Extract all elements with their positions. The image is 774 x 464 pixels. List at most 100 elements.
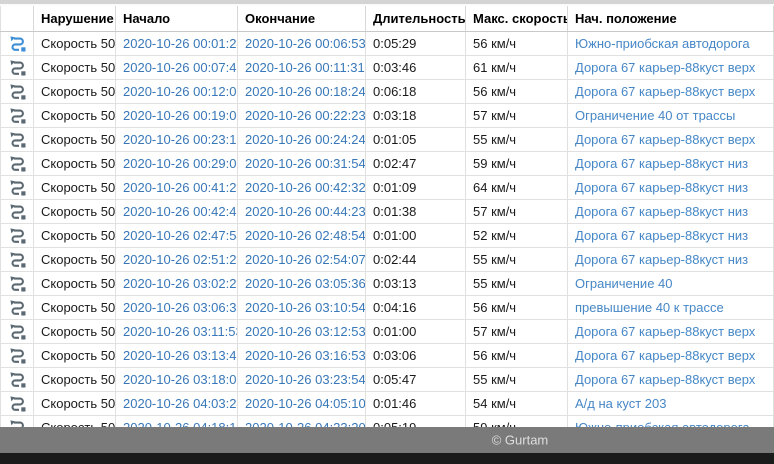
track-route-icon[interactable]: [9, 371, 26, 388]
table-row[interactable]: Скорость 502020-10-26 00:41:232020-10-26…: [1, 175, 774, 199]
track-icon-cell[interactable]: [1, 247, 34, 271]
track-icon-cell[interactable]: [1, 79, 34, 103]
track-icon-cell[interactable]: [1, 175, 34, 199]
track-icon-cell[interactable]: [1, 223, 34, 247]
table-row[interactable]: Скорость 502020-10-26 00:07:452020-10-26…: [1, 55, 774, 79]
track-icon-cell[interactable]: [1, 127, 34, 151]
location-cell[interactable]: А/д на куст 203: [568, 391, 774, 415]
end-time-cell[interactable]: 2020-10-26 00:11:31: [238, 55, 366, 79]
end-time-cell[interactable]: 2020-10-26 03:16:53: [238, 343, 366, 367]
table-row[interactable]: Скорость 502020-10-26 02:51:232020-10-26…: [1, 247, 774, 271]
begin-time-cell[interactable]: 2020-10-26 00:07:45: [116, 55, 238, 79]
end-time-cell[interactable]: 2020-10-26 00:42:32: [238, 175, 366, 199]
location-cell[interactable]: Дорога 67 карьер-88куст верх: [568, 127, 774, 151]
location-cell[interactable]: Дорога 67 карьер-88куст верх: [568, 319, 774, 343]
table-row[interactable]: Скорость 502020-10-26 03:13:472020-10-26…: [1, 343, 774, 367]
end-time-cell[interactable]: 2020-10-26 02:48:54: [238, 223, 366, 247]
begin-time-cell[interactable]: 2020-10-26 00:12:06: [116, 79, 238, 103]
track-route-icon[interactable]: [9, 299, 26, 316]
end-time-cell[interactable]: 2020-10-26 02:54:07: [238, 247, 366, 271]
begin-time-cell[interactable]: 2020-10-26 03:18:07: [116, 367, 238, 391]
track-route-icon[interactable]: [9, 179, 26, 196]
track-icon-cell[interactable]: [1, 31, 34, 55]
begin-time-cell[interactable]: 2020-10-26 03:06:38: [116, 295, 238, 319]
begin-time-cell[interactable]: 2020-10-26 03:13:47: [116, 343, 238, 367]
location-cell[interactable]: Дорога 67 карьер-88куст верх: [568, 367, 774, 391]
track-route-icon[interactable]: [9, 395, 26, 412]
track-route-icon[interactable]: [9, 347, 26, 364]
begin-time-cell[interactable]: 2020-10-26 00:42:45: [116, 199, 238, 223]
track-icon-cell[interactable]: [1, 343, 34, 367]
end-time-cell[interactable]: 2020-10-26 03:12:53: [238, 319, 366, 343]
begin-time-cell[interactable]: 2020-10-26 00:41:23: [116, 175, 238, 199]
location-cell[interactable]: Дорога 67 карьер-88куст верх: [568, 79, 774, 103]
max-speed-cell: 56 км/ч: [466, 31, 568, 55]
table-row[interactable]: Скорость 502020-10-26 00:12:062020-10-26…: [1, 79, 774, 103]
table-row[interactable]: Скорость 502020-10-26 00:29:072020-10-26…: [1, 151, 774, 175]
track-icon-cell[interactable]: [1, 391, 34, 415]
track-route-icon[interactable]: [9, 131, 26, 148]
begin-time-cell[interactable]: 2020-10-26 04:03:24: [116, 391, 238, 415]
location-cell[interactable]: Ограничение 40 от трассы: [568, 103, 774, 127]
begin-time-cell[interactable]: 2020-10-26 00:19:05: [116, 103, 238, 127]
table-row[interactable]: Скорость 502020-10-26 00:19:052020-10-26…: [1, 103, 774, 127]
location-cell[interactable]: Дорога 67 карьер-88куст верх: [568, 55, 774, 79]
table-row[interactable]: Скорость 502020-10-26 02:47:542020-10-26…: [1, 223, 774, 247]
track-route-icon[interactable]: [9, 83, 26, 100]
violation-cell: Скорость 50: [34, 79, 116, 103]
end-time-cell[interactable]: 2020-10-26 03:23:54: [238, 367, 366, 391]
table-row[interactable]: Скорость 502020-10-26 00:01:242020-10-26…: [1, 31, 774, 55]
table-row[interactable]: Скорость 502020-10-26 03:02:232020-10-26…: [1, 271, 774, 295]
track-route-icon[interactable]: [9, 59, 26, 76]
track-icon-cell[interactable]: [1, 151, 34, 175]
table-row[interactable]: Скорость 502020-10-26 00:42:452020-10-26…: [1, 199, 774, 223]
end-time-cell[interactable]: 2020-10-26 00:24:24: [238, 127, 366, 151]
track-icon-cell[interactable]: [1, 55, 34, 79]
location-cell[interactable]: Дорога 67 карьер-88куст низ: [568, 175, 774, 199]
track-route-icon[interactable]: [9, 35, 26, 52]
location-cell[interactable]: Дорога 67 карьер-88куст низ: [568, 199, 774, 223]
begin-time-cell[interactable]: 2020-10-26 03:11:53: [116, 319, 238, 343]
track-route-icon[interactable]: [9, 203, 26, 220]
track-route-icon[interactable]: [9, 155, 26, 172]
location-cell[interactable]: превышение 40 к трассе: [568, 295, 774, 319]
end-time-cell[interactable]: 2020-10-26 00:06:53: [238, 31, 366, 55]
track-route-icon[interactable]: [9, 323, 26, 340]
table-row[interactable]: Скорость 502020-10-26 03:11:532020-10-26…: [1, 319, 774, 343]
begin-time-cell[interactable]: 2020-10-26 02:51:23: [116, 247, 238, 271]
track-route-icon[interactable]: [9, 251, 26, 268]
end-time-cell[interactable]: 2020-10-26 00:44:23: [238, 199, 366, 223]
end-time-cell[interactable]: 2020-10-26 04:05:10: [238, 391, 366, 415]
track-route-icon[interactable]: [9, 227, 26, 244]
track-icon-cell[interactable]: [1, 295, 34, 319]
track-route-icon[interactable]: [9, 275, 26, 292]
location-cell[interactable]: Ограничение 40: [568, 271, 774, 295]
begin-time-cell[interactable]: 2020-10-26 02:47:54: [116, 223, 238, 247]
track-icon-cell[interactable]: [1, 367, 34, 391]
table-header-row: Нарушение Начало Окончание Длительность …: [1, 6, 774, 31]
track-icon-cell[interactable]: [1, 199, 34, 223]
end-time-cell[interactable]: 2020-10-26 00:22:23: [238, 103, 366, 127]
end-time-cell[interactable]: 2020-10-26 03:05:36: [238, 271, 366, 295]
location-cell[interactable]: Дорога 67 карьер-88куст низ: [568, 223, 774, 247]
table-row[interactable]: Скорость 502020-10-26 03:06:382020-10-26…: [1, 295, 774, 319]
track-icon-cell[interactable]: [1, 319, 34, 343]
end-time-cell[interactable]: 2020-10-26 00:31:54: [238, 151, 366, 175]
location-cell[interactable]: Дорога 67 карьер-88куст низ: [568, 151, 774, 175]
begin-time-cell[interactable]: 2020-10-26 00:01:24: [116, 31, 238, 55]
table-row[interactable]: Скорость 502020-10-26 03:18:072020-10-26…: [1, 367, 774, 391]
begin-time-cell[interactable]: 2020-10-26 00:23:19: [116, 127, 238, 151]
end-time-cell[interactable]: 2020-10-26 03:10:54: [238, 295, 366, 319]
track-route-icon[interactable]: [9, 107, 26, 124]
location-cell[interactable]: Дорога 67 карьер-88куст низ: [568, 247, 774, 271]
location-cell[interactable]: Дорога 67 карьер-88куст верх: [568, 343, 774, 367]
begin-time-cell[interactable]: 2020-10-26 03:02:23: [116, 271, 238, 295]
end-time-cell[interactable]: 2020-10-26 00:18:24: [238, 79, 366, 103]
location-cell[interactable]: Южно-приобская автодорога: [568, 31, 774, 55]
table-row[interactable]: Скорость 502020-10-26 04:03:242020-10-26…: [1, 391, 774, 415]
table-row[interactable]: Скорость 502020-10-26 00:23:192020-10-26…: [1, 127, 774, 151]
track-icon-cell[interactable]: [1, 103, 34, 127]
begin-time-cell[interactable]: 2020-10-26 00:29:07: [116, 151, 238, 175]
violation-cell: Скорость 50: [34, 223, 116, 247]
track-icon-cell[interactable]: [1, 271, 34, 295]
